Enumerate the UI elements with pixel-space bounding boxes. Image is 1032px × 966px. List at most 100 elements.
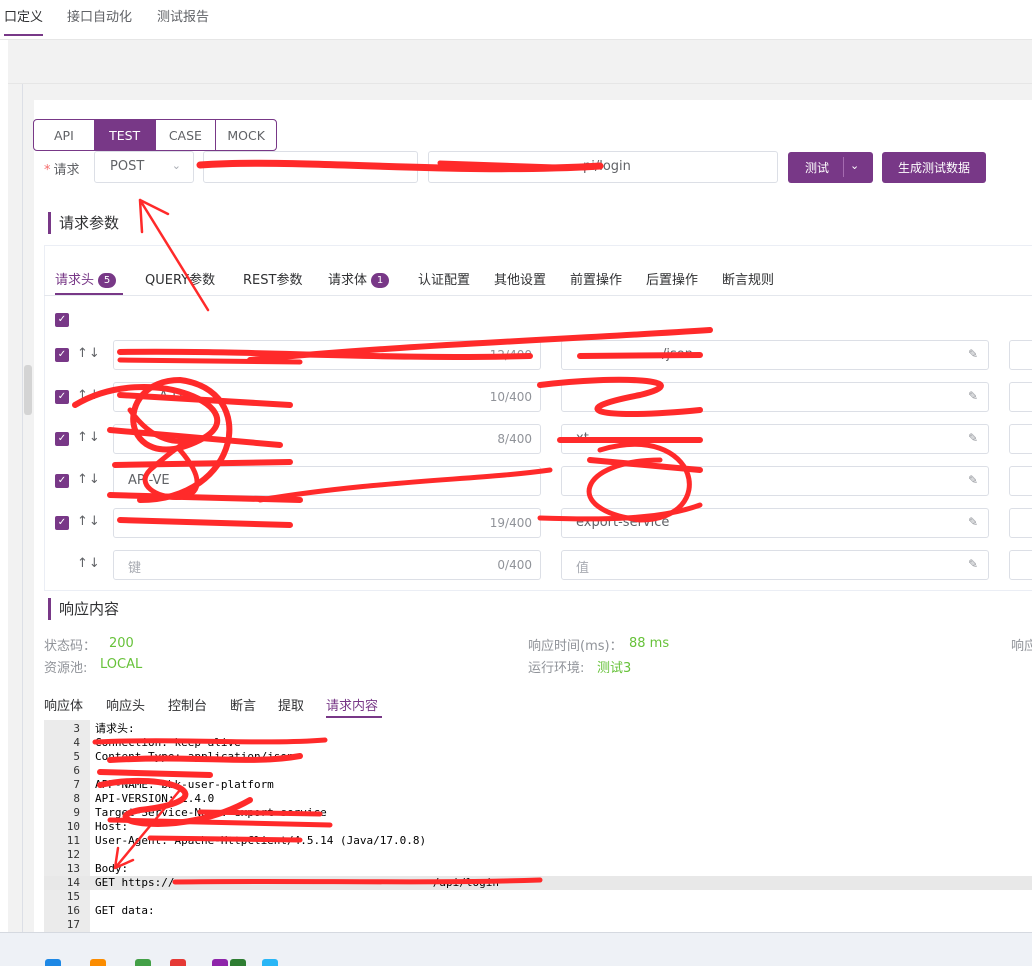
sort-arrows-icon[interactable]: ↑↓ <box>77 514 101 529</box>
header-desc-input[interactable] <box>1009 508 1032 538</box>
row-checkbox[interactable]: ✓ <box>55 474 69 488</box>
test-button[interactable]: 测试 ⌄ <box>788 152 873 183</box>
chevron-down-icon: ⌄ <box>171 159 181 172</box>
code-line: 8 API-VERSION: 1.4.0 <box>73 792 215 805</box>
key-placeholder: 键 <box>128 561 142 576</box>
sort-arrows-icon[interactable]: ↑↓ <box>77 388 101 403</box>
header-value-input[interactable]: xt ✎ <box>561 424 989 454</box>
header-value-input[interactable]: /json ✎ <box>561 340 989 370</box>
code-line: 12 <box>66 848 80 861</box>
url-input[interactable]: pi/login <box>428 151 778 183</box>
code-line: 15 <box>66 890 80 903</box>
generate-test-data-button[interactable]: 生成测试数据 <box>882 152 986 183</box>
environment-label: 运行环境: <box>528 661 585 676</box>
mode-tab-mock[interactable]: MOCK <box>216 120 276 150</box>
tab-test-report[interactable]: 测试报告 <box>157 6 209 25</box>
header-desc-input[interactable] <box>1009 382 1032 412</box>
tab-pre-script[interactable]: 前置操作 <box>570 269 622 288</box>
response-tab-indicator <box>326 716 382 718</box>
mode-tabs: API TEST CASE MOCK <box>33 119 277 151</box>
edit-icon[interactable]: ✎ <box>968 473 978 487</box>
test-button-label: 测试 <box>805 161 830 175</box>
headers-count-badge: 5 <box>98 273 117 288</box>
char-count: 10/400 <box>489 390 532 404</box>
select-all-checkbox[interactable]: ✓ <box>55 313 69 327</box>
header-desc-input[interactable] <box>1009 340 1032 370</box>
app-icon[interactable] <box>230 959 246 966</box>
chevron-down-icon[interactable]: ⌄ <box>850 159 859 172</box>
tab-response-headers[interactable]: 响应头 <box>106 695 145 714</box>
header-key-input[interactable]: API-VE <box>113 466 541 496</box>
response-time-label: 响应时间(ms)： <box>528 639 623 654</box>
header-value-input[interactable]: ✎ <box>561 466 989 496</box>
header-key-input[interactable]: A-DI 10/400 <box>113 382 541 412</box>
new-header-key-input[interactable]: 键 0/400 <box>113 550 541 580</box>
edit-icon[interactable]: ✎ <box>968 431 978 445</box>
row-checkbox[interactable]: ✓ <box>55 432 69 446</box>
os-taskbar <box>0 932 1032 966</box>
param-tabs-divider <box>44 295 1032 296</box>
sort-arrows-icon[interactable]: ↑↓ <box>77 556 101 571</box>
header-key-input[interactable]: 12/400 <box>113 340 541 370</box>
tab-assertions[interactable]: 断言规则 <box>722 269 774 288</box>
tab-rest[interactable]: REST参数 <box>243 269 302 288</box>
app-icon[interactable] <box>262 959 278 966</box>
tab-api-automation[interactable]: 接口自动化 <box>67 6 132 25</box>
header-value-value: xt <box>576 431 589 446</box>
row-checkbox[interactable]: ✓ <box>55 390 69 404</box>
tab-other-settings[interactable]: 其他设置 <box>494 269 546 288</box>
app-icon[interactable] <box>170 959 186 966</box>
request-content-viewer[interactable]: 3 请求头: 4 Connection: keep-alive 5 Content-T… <box>44 720 1032 932</box>
sort-arrows-icon[interactable]: ↑↓ <box>77 346 101 361</box>
request-label: * 请求 <box>44 163 80 178</box>
app-icon[interactable] <box>90 959 106 966</box>
mode-tab-case[interactable]: CASE <box>156 120 217 150</box>
tab-post-script[interactable]: 后置操作 <box>646 269 698 288</box>
code-line: 4 Connection: keep-alive <box>73 736 241 749</box>
new-header-desc-input[interactable] <box>1009 550 1032 580</box>
tab-request-content[interactable]: 请求内容 <box>326 695 378 714</box>
tab-console[interactable]: 控制台 <box>168 695 207 714</box>
header-key-input[interactable]: 19/400 <box>113 508 541 538</box>
method-select[interactable]: POST ⌄ <box>94 151 194 183</box>
code-line: 10 Host: <box>66 820 129 833</box>
header-key-input[interactable]: 8/400 <box>113 424 541 454</box>
new-header-value-input[interactable]: 值 ✎ <box>561 550 989 580</box>
environment-select[interactable]: ⌄ <box>203 151 418 183</box>
status-code-value: 200 <box>109 636 134 651</box>
app-icon[interactable] <box>135 959 151 966</box>
tab-headers[interactable]: 请求头 5 <box>55 269 117 288</box>
resource-pool-value: LOCAL <box>100 657 143 672</box>
app-icon[interactable] <box>45 959 61 966</box>
tab-response-assertions[interactable]: 断言 <box>230 695 256 714</box>
section-title-params: 请求参数 <box>48 212 119 234</box>
mode-tab-api[interactable]: API <box>34 120 95 150</box>
tab-extract[interactable]: 提取 <box>278 695 304 714</box>
mode-tab-test[interactable]: TEST <box>94 120 156 150</box>
tab-query[interactable]: QUERY参数 <box>145 269 215 288</box>
header-value-input[interactable]: export-service ✎ <box>561 508 989 538</box>
top-tab-bar: 口定义 接口自动化 测试报告 <box>0 0 1032 40</box>
header-desc-input[interactable] <box>1009 424 1032 454</box>
edit-icon[interactable]: ✎ <box>968 557 978 571</box>
row-checkbox[interactable]: ✓ <box>55 516 69 530</box>
row-checkbox[interactable]: ✓ <box>55 348 69 362</box>
tab-auth[interactable]: 认证配置 <box>418 269 470 288</box>
edit-icon[interactable]: ✎ <box>968 515 978 529</box>
environment-value: 测试3 <box>597 661 632 676</box>
tab-definition[interactable]: 口定义 <box>4 6 44 36</box>
sidebar-drag-handle[interactable] <box>24 365 32 415</box>
header-desc-input[interactable] <box>1009 466 1032 496</box>
sort-arrows-icon[interactable]: ↑↓ <box>77 472 101 487</box>
char-count: 12/400 <box>489 348 532 362</box>
sort-arrows-icon[interactable]: ↑↓ <box>77 430 101 445</box>
edit-icon[interactable]: ✎ <box>968 347 978 361</box>
request-label-text: 请求 <box>53 163 80 178</box>
resource-pool-label: 资源池: <box>44 661 88 676</box>
tab-body[interactable]: 请求体 1 <box>328 269 390 288</box>
edit-icon[interactable]: ✎ <box>968 389 978 403</box>
body-count-badge: 1 <box>371 273 390 288</box>
app-icon[interactable] <box>212 959 228 966</box>
header-value-input[interactable]: ✎ <box>561 382 989 412</box>
tab-response-body[interactable]: 响应体 <box>44 695 83 714</box>
